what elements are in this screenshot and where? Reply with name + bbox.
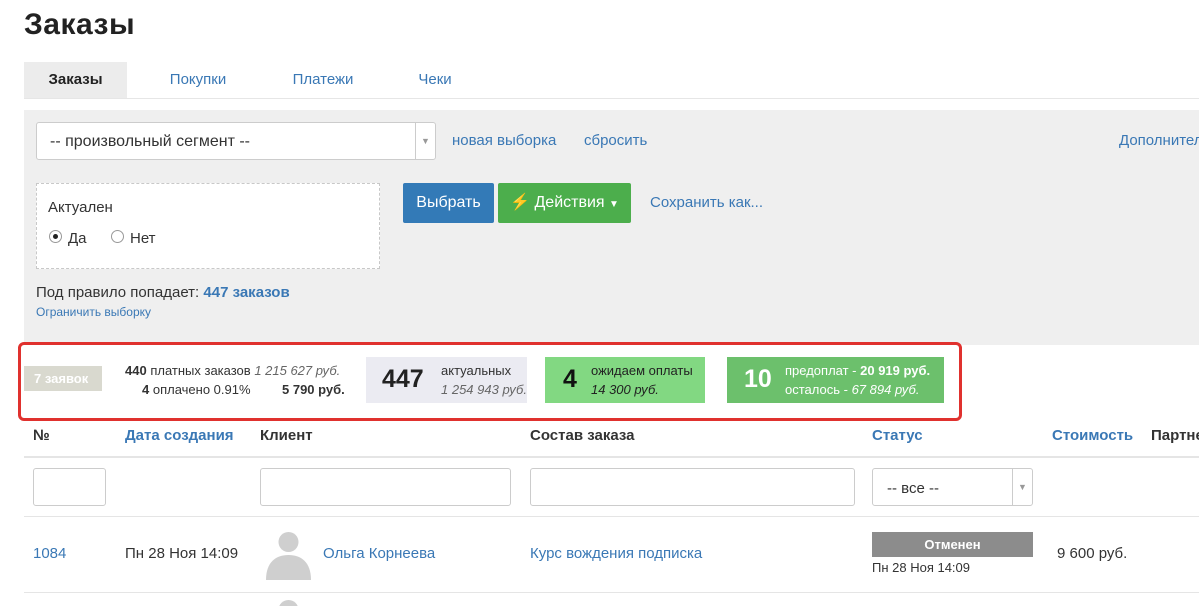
rule-count-link[interactable]: 447 заказов	[203, 284, 289, 301]
waiting-count: 4	[563, 365, 577, 393]
column-header-items: Состав заказа	[530, 427, 635, 444]
paid-label: оплачено 0.91%	[152, 382, 251, 397]
header-divider	[24, 456, 1199, 458]
actions-button-label: Действия	[534, 194, 605, 211]
tab-bar: Заказы Покупки Платежи Чеки	[24, 62, 1199, 99]
column-header-partner: Партнер	[1151, 427, 1199, 444]
order-cost: 9 600 руб.	[1057, 545, 1128, 562]
rule-prefix: Под правило попадает:	[36, 284, 200, 301]
condition-title: Актуален	[48, 199, 113, 216]
paid-orders-stat: 440 платных заказов 1 215 627 руб.	[125, 363, 340, 378]
radio-yes-label: Да	[68, 230, 87, 247]
tab-purchases[interactable]: Покупки	[154, 62, 242, 98]
remaining-line: осталось - 67 894 руб.	[785, 382, 919, 397]
prepayments-box[interactable]: 10 предоплат - 20 919 руб. осталось - 67…	[727, 357, 944, 403]
paid-orders-label: платных заказов	[150, 363, 251, 378]
column-header-number: №	[33, 427, 50, 444]
lightning-icon: ⚡	[510, 194, 530, 211]
order-date: Пн 28 Ноя 14:09	[125, 545, 239, 562]
limit-selection-link[interactable]: Ограничить выборку	[36, 305, 151, 319]
radio-no[interactable]	[111, 230, 124, 243]
page-title: Заказы	[24, 8, 136, 41]
chevron-down-icon: ▼	[1012, 469, 1032, 505]
client-name-link[interactable]: Ольга Корнеева	[323, 545, 435, 562]
paid-orders-sum: 1 215 627 руб.	[254, 363, 341, 378]
tab-receipts[interactable]: Чеки	[404, 62, 466, 98]
row-divider	[24, 592, 1199, 593]
new-selection-link[interactable]: новая выборка	[452, 132, 556, 149]
waiting-label: ожидаем оплаты	[591, 363, 693, 378]
save-as-link[interactable]: Сохранить как...	[650, 194, 763, 211]
status-badge: Отменен	[872, 532, 1033, 557]
actual-count: 447	[382, 365, 424, 393]
rule-result: Под правило попадает: 447 заказов	[36, 284, 290, 301]
actual-orders-box[interactable]: 447 актуальных 1 254 943 руб.	[366, 357, 527, 403]
caret-down-icon: ▼	[609, 199, 619, 210]
requests-badge[interactable]: 7 заявок	[24, 366, 102, 391]
segment-select-value: -- произвольный сегмент --	[50, 133, 250, 150]
more-filters-link[interactable]: Дополнительно	[1119, 132, 1199, 149]
column-header-created[interactable]: Дата создания	[125, 427, 234, 444]
status-filter-value: -- все --	[887, 480, 939, 497]
waiting-sum: 14 300 руб.	[591, 382, 659, 397]
prepay-count: 10	[744, 365, 772, 393]
actual-label: актуальных	[441, 363, 512, 378]
number-filter-input[interactable]	[33, 468, 106, 506]
client-filter-input[interactable]	[260, 468, 511, 506]
select-button[interactable]: Выбрать	[403, 183, 494, 223]
segment-select[interactable]: -- произвольный сегмент -- ▼	[36, 122, 436, 160]
reset-link[interactable]: сбросить	[584, 132, 647, 149]
status-date: Пн 28 Ноя 14:09	[872, 560, 971, 575]
avatar-icon	[279, 600, 298, 606]
column-header-status[interactable]: Статус	[872, 427, 923, 444]
avatar-icon	[262, 526, 315, 580]
items-filter-input[interactable]	[530, 468, 855, 506]
radio-yes[interactable]	[49, 230, 62, 243]
paid-count: 4	[142, 382, 150, 397]
order-id-link[interactable]: 1084	[33, 545, 66, 562]
chevron-down-icon: ▼	[415, 123, 435, 159]
radio-no-label: Нет	[130, 230, 156, 247]
remaining-sum: 67 894 руб.	[851, 382, 920, 397]
tab-payments[interactable]: Платежи	[279, 62, 367, 98]
tab-orders[interactable]: Заказы	[24, 62, 127, 98]
awaiting-payment-box[interactable]: 4 ожидаем оплаты 14 300 руб.	[545, 357, 705, 403]
condition-box	[36, 183, 380, 269]
column-header-cost[interactable]: Стоимость	[1052, 427, 1133, 444]
paid-orders-count: 440	[125, 363, 147, 378]
prepay-sum: 20 919 руб.	[860, 363, 931, 378]
prepay-label: предоплат -	[785, 363, 857, 378]
order-items-link[interactable]: Курс вождения подписка	[530, 545, 702, 562]
column-header-client: Клиент	[260, 427, 313, 444]
paid-stat: 4 оплачено 0.91%	[142, 382, 251, 397]
remaining-label: осталось -	[785, 382, 848, 397]
actual-sum: 1 254 943 руб.	[441, 382, 527, 397]
status-filter-select[interactable]: -- все -- ▼	[872, 468, 1033, 506]
paid-sum: 5 790 руб.	[282, 382, 345, 397]
actions-button[interactable]: ⚡ Действия ▼	[498, 183, 631, 223]
filter-row-divider	[24, 516, 1199, 517]
prepay-line: предоплат - 20 919 руб.	[785, 363, 930, 378]
